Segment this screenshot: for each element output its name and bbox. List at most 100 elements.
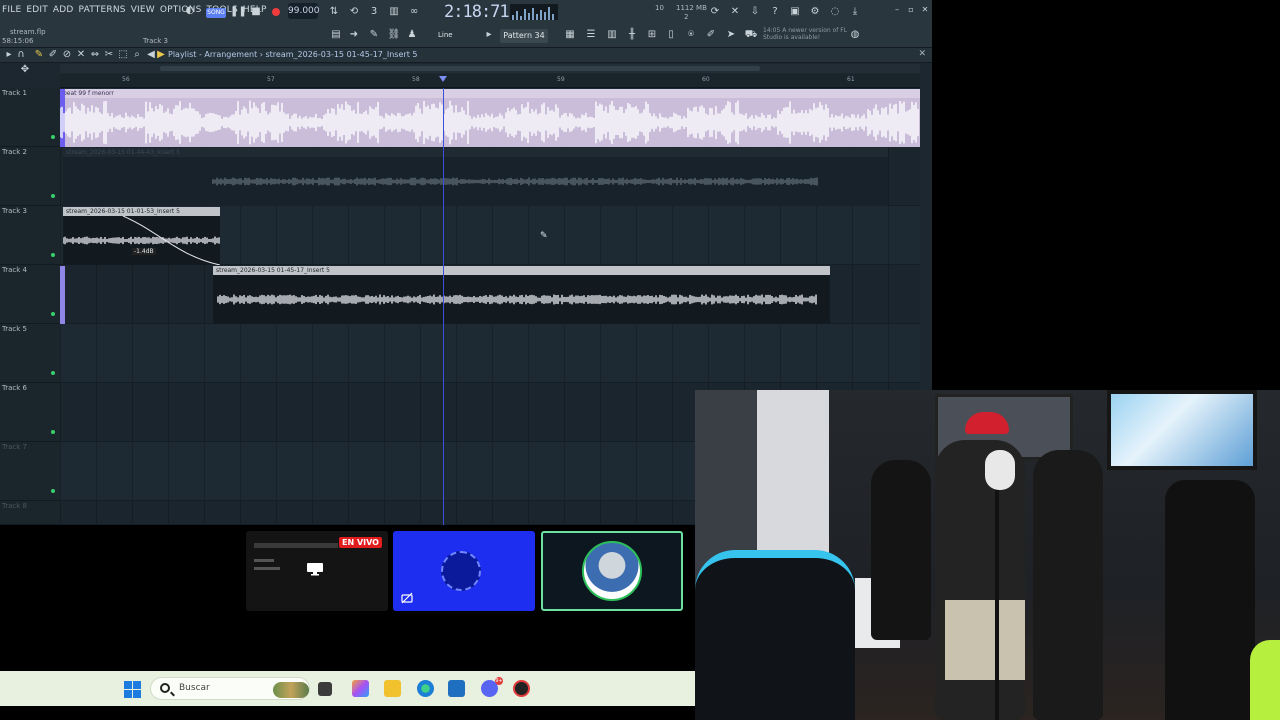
search-highlight-image[interactable] (273, 682, 309, 698)
windows-start-icon[interactable] (124, 681, 141, 698)
send-icon[interactable]: ➤ (724, 28, 738, 42)
audio-clip-track3[interactable]: stream_2026-03-15 01-01-53_Insert 5 (63, 207, 220, 265)
maximize-icon[interactable]: ▫ (904, 3, 918, 17)
stamp-icon[interactable]: ♟ (405, 28, 419, 42)
menu-view[interactable]: VIEW (131, 5, 155, 15)
metronome-icon[interactable]: ◐ (183, 4, 197, 18)
taskbar-search[interactable]: Buscar (150, 677, 310, 700)
select-tool-icon[interactable]: ⬚ (116, 48, 130, 62)
file-explorer-icon[interactable] (384, 680, 401, 697)
close-icon[interactable]: ✕ (918, 3, 932, 17)
mute-tool-icon[interactable]: ✕ (74, 48, 88, 62)
track-name: Track 2 (2, 148, 27, 156)
tuner-icon[interactable]: ✐ (704, 28, 718, 42)
track-active-led[interactable] (51, 135, 55, 139)
update-notice[interactable]: 14:05 A newer version of FL Studio is av… (763, 27, 853, 41)
track-header[interactable]: Track 5 (0, 324, 60, 383)
arrow-icon[interactable]: ➜ (347, 28, 361, 42)
store-icon[interactable] (448, 680, 465, 697)
track-header[interactable]: Track 7 (0, 442, 60, 501)
menu-edit[interactable]: EDIT (26, 5, 48, 15)
snap-crosshair-icon[interactable]: ✥ (18, 63, 32, 77)
record-button[interactable] (272, 8, 280, 16)
task-view-icon[interactable] (318, 682, 332, 696)
track-active-led[interactable] (51, 371, 55, 375)
track-header[interactable]: Track 2 (0, 147, 60, 206)
mixer-icon[interactable]: ⚙ (808, 5, 822, 19)
track-header[interactable]: Track 6 (0, 383, 60, 442)
track-header[interactable]: Track 3 (0, 206, 60, 265)
time-ruler[interactable]: 56 57 58 59 60 61 (60, 74, 920, 88)
copilot-icon[interactable] (352, 680, 369, 697)
piano-roll-icon[interactable]: ▥ (605, 28, 619, 42)
audio-clip-track4[interactable]: stream_2026-03-15 01-45-17_Insert 5 (213, 266, 830, 324)
menu-add[interactable]: ADD (53, 5, 74, 15)
hint-bar: Track 3 (143, 37, 168, 45)
cpu-icon[interactable]: ⟳ (708, 5, 722, 19)
tempo-display[interactable]: 99.000 (288, 3, 320, 19)
minimize-icon[interactable]: – (890, 3, 904, 17)
clip-title: stream_2026-03-15 01-01-53_Insert 5 (63, 207, 220, 216)
download-icon[interactable]: ⇩ (748, 5, 762, 19)
save-icon[interactable]: ▣ (788, 5, 802, 19)
track-header[interactable]: Track 4 (0, 265, 60, 324)
cpu-value: 10 (655, 4, 664, 12)
delete-tool-icon[interactable]: ⊘ (60, 48, 74, 62)
track-active-led[interactable] (51, 253, 55, 257)
obs-icon[interactable] (513, 680, 530, 697)
menu-patterns[interactable]: PATTERNS (79, 5, 126, 15)
window-thumbnail-blue[interactable] (393, 531, 535, 611)
cart-icon[interactable]: ⛟ (744, 28, 758, 42)
piano-icon[interactable]: ▤ (329, 28, 343, 42)
track-active-led[interactable] (51, 489, 55, 493)
menu-file[interactable]: FILE (2, 5, 21, 15)
plugin-icon[interactable]: ▯ (664, 28, 678, 42)
pencil-icon[interactable]: ✎ (367, 28, 381, 42)
thumb-bar (254, 559, 274, 562)
track-header[interactable]: Track 1 (0, 88, 60, 147)
zoom-tool-icon[interactable]: ⌕ (130, 48, 144, 62)
mic-icon[interactable]: ⍟ (684, 28, 698, 42)
track-header[interactable]: Track 8 (0, 501, 60, 525)
track-lane[interactable] (60, 324, 920, 383)
track-active-led[interactable] (51, 194, 55, 198)
edge-icon[interactable] (417, 680, 434, 697)
playlist-icon[interactable]: ▦ (563, 28, 577, 42)
slice-tool-icon[interactable]: ✂ (102, 48, 116, 62)
pattern-song-icon[interactable]: ⇅ (327, 5, 341, 19)
play-pattern-icon[interactable]: ▸ (482, 28, 496, 42)
mixer-sliders-icon[interactable]: ╫ (625, 28, 639, 42)
loop-icon[interactable]: ⟲ (347, 5, 361, 19)
audio-clip-track2[interactable]: stream_2026-03-15 01-44-43_Insert 5 (63, 148, 888, 206)
snap-select[interactable]: Line (438, 31, 453, 39)
track-active-led[interactable] (51, 430, 55, 434)
play-clip-icon[interactable]: ▶ (154, 48, 168, 62)
playhead-marker-icon[interactable] (439, 76, 447, 82)
chat-icon[interactable]: ◌ (828, 5, 842, 19)
help-icon[interactable]: ? (768, 5, 782, 19)
pattern-selector[interactable]: Pattern 34 (500, 29, 548, 43)
stop-icon[interactable]: ■ (249, 5, 263, 19)
step-icon[interactable]: 3 (367, 5, 381, 19)
globe-icon[interactable]: ◍ (848, 28, 862, 42)
draw-tool-icon[interactable]: ✎ (32, 48, 46, 62)
slip-tool-icon[interactable]: ⇔ (88, 48, 102, 62)
horizontal-scrollbar[interactable] (60, 64, 920, 73)
export-icon[interactable]: ⤓ (848, 5, 862, 19)
link-icon[interactable]: ⛓ (387, 28, 401, 42)
browser-icon[interactable]: ⊞ (645, 28, 659, 42)
project-file-name: stream.flp (10, 28, 46, 36)
playlist-close-icon[interactable]: ✕ (918, 49, 926, 59)
scrollbar-thumb[interactable] (160, 66, 760, 71)
blend-icon[interactable]: ▥ (387, 5, 401, 19)
song-mode-button[interactable]: SONG (206, 8, 226, 18)
pause-icon[interactable]: ❚❚ (230, 5, 247, 19)
clip-title: stream_2026-03-15 01-45-17_Insert 5 (213, 266, 830, 275)
wait-icon[interactable]: ∞ (407, 5, 421, 19)
tools-icon[interactable]: ✕ (728, 5, 742, 19)
paint-tool-icon[interactable]: ✐ (46, 48, 60, 62)
track-active-led[interactable] (51, 312, 55, 316)
channel-rack-icon[interactable]: ☰ (584, 28, 598, 42)
magnet-icon[interactable]: ∩ (14, 48, 28, 62)
audio-clip-beat[interactable]: beat 99 f menorr (60, 89, 920, 147)
